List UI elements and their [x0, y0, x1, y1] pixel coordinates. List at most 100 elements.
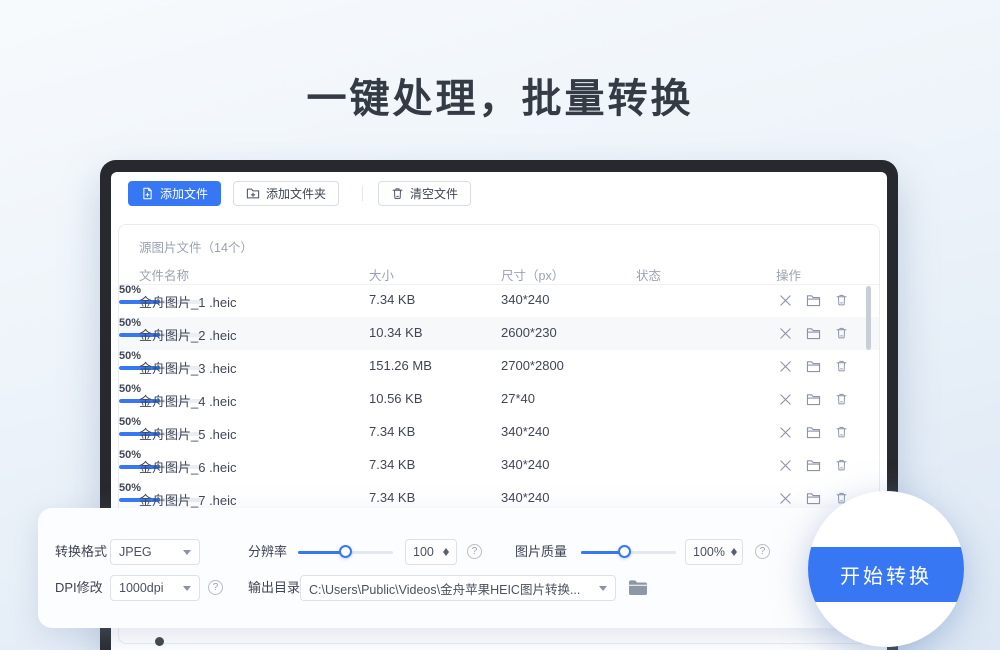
cancel-file-icon[interactable]: [777, 325, 793, 341]
monitor-logo-dot: [155, 637, 164, 646]
resolution-slider-handle[interactable]: [339, 545, 352, 558]
spinner-arrows-icon[interactable]: [443, 545, 449, 559]
table-body: 金舟图片_1 .heic 7.34 KB 340*240 50% 金舟图片_2 …: [119, 284, 879, 515]
table-row[interactable]: 金舟图片_2 .heic 10.34 KB 2600*230 50%: [119, 317, 879, 350]
delete-file-icon[interactable]: [833, 391, 849, 407]
open-folder-icon[interactable]: [805, 457, 821, 473]
file-size: 10.56 KB: [369, 391, 423, 406]
start-convert-button[interactable]: 开始转换: [808, 491, 964, 647]
table-row[interactable]: 金舟图片_5 .heic 7.34 KB 340*240 50%: [119, 416, 879, 449]
toolbar: 添加文件 添加文件夹 清空文件: [128, 180, 471, 206]
start-convert-label: 开始转换: [840, 560, 932, 589]
format-value: JPEG: [119, 545, 175, 559]
table-row[interactable]: 金舟图片_3 .heic 151.26 MB 2700*2800 50%: [119, 350, 879, 383]
browse-folder-button[interactable]: [628, 579, 648, 601]
delete-file-icon[interactable]: [833, 424, 849, 440]
row-actions: [777, 358, 849, 374]
file-size: 10.34 KB: [369, 325, 423, 340]
cancel-file-icon[interactable]: [777, 490, 793, 506]
toolbar-separator: [362, 186, 363, 201]
clear-files-button[interactable]: 清空文件: [378, 181, 471, 206]
file-dimensions: 340*240: [501, 292, 549, 307]
open-folder-icon[interactable]: [805, 391, 821, 407]
file-name: 金舟图片_7 .heic: [139, 490, 237, 509]
column-status: 状态: [636, 265, 661, 284]
start-convert-band: 开始转换: [808, 547, 964, 602]
column-actions: 操作: [776, 265, 801, 284]
file-name: 金舟图片_6 .heic: [139, 457, 237, 476]
file-dimensions: 340*240: [501, 490, 549, 505]
file-size: 7.34 KB: [369, 424, 415, 439]
open-folder-icon[interactable]: [805, 424, 821, 440]
dpi-help-icon[interactable]: ?: [208, 580, 223, 595]
file-name: 金舟图片_4 .heic: [139, 391, 237, 410]
format-label: 转换格式: [55, 539, 107, 565]
cancel-file-icon[interactable]: [777, 457, 793, 473]
delete-file-icon[interactable]: [833, 292, 849, 308]
output-dir-label: 输出目录: [248, 575, 300, 601]
file-list-title: 源图片文件（14个）: [139, 237, 253, 256]
trash-icon: [391, 187, 404, 200]
row-actions: [777, 325, 849, 341]
resolution-slider[interactable]: [298, 539, 393, 565]
column-size: 大小: [369, 265, 394, 284]
resolution-label: 分辨率: [248, 539, 287, 565]
cancel-file-icon[interactable]: [777, 292, 793, 308]
delete-file-icon[interactable]: [833, 325, 849, 341]
open-folder-icon[interactable]: [805, 490, 821, 506]
add-files-label: 添加文件: [160, 185, 208, 202]
open-folder-icon[interactable]: [805, 292, 821, 308]
chevron-down-icon: [183, 550, 191, 559]
dpi-label: DPI修改: [55, 575, 103, 601]
spinner-arrows-icon[interactable]: [731, 545, 737, 559]
resolution-stepper[interactable]: 100: [405, 539, 457, 565]
chevron-down-icon: [599, 586, 607, 595]
row-actions: [777, 424, 849, 440]
cancel-file-icon[interactable]: [777, 358, 793, 374]
column-file-name: 文件名称: [139, 265, 189, 284]
quality-help-icon[interactable]: ?: [755, 544, 770, 559]
table-row[interactable]: 金舟图片_4 .heic 10.56 KB 27*40 50%: [119, 383, 879, 416]
quality-slider-handle[interactable]: [618, 545, 631, 558]
scrollbar[interactable]: [866, 286, 871, 516]
chevron-down-icon: [183, 586, 191, 595]
cancel-file-icon[interactable]: [777, 391, 793, 407]
file-plus-icon: [141, 187, 154, 200]
row-actions: [777, 292, 849, 308]
delete-file-icon[interactable]: [833, 457, 849, 473]
add-files-button[interactable]: 添加文件: [128, 181, 221, 206]
quality-slider[interactable]: [581, 539, 676, 565]
add-folder-button[interactable]: 添加文件夹: [233, 181, 339, 206]
table-row[interactable]: 金舟图片_6 .heic 7.34 KB 340*240 50%: [119, 449, 879, 482]
delete-file-icon[interactable]: [833, 358, 849, 374]
file-dimensions: 27*40: [501, 391, 535, 406]
quality-stepper[interactable]: 100%: [685, 539, 743, 565]
open-folder-icon[interactable]: [805, 325, 821, 341]
file-name: 金舟图片_2 .heic: [139, 325, 237, 344]
output-dir-select[interactable]: C:\Users\Public\Videos\金舟苹果HEIC图片转换...: [300, 575, 616, 601]
file-name: 金舟图片_5 .heic: [139, 424, 237, 443]
open-folder-icon[interactable]: [805, 358, 821, 374]
file-dimensions: 2600*230: [501, 325, 557, 340]
table-header: 文件名称 大小 尺寸（px） 状态 操作: [119, 265, 879, 284]
quality-value: 100%: [693, 545, 725, 559]
file-name: 金舟图片_1 .heic: [139, 292, 237, 311]
settings-panel: 转换格式 JPEG 分辨率 100 ? 图片质量 100% ? DPI修改 10…: [38, 508, 848, 628]
resolution-value: 100: [413, 545, 437, 559]
format-select[interactable]: JPEG: [110, 539, 200, 565]
folder-plus-icon: [246, 187, 260, 200]
file-dimensions: 340*240: [501, 457, 549, 472]
file-dimensions: 340*240: [501, 424, 549, 439]
cancel-file-icon[interactable]: [777, 424, 793, 440]
dpi-value: 1000dpi: [119, 581, 175, 595]
add-folder-label: 添加文件夹: [266, 185, 326, 202]
scrollbar-thumb[interactable]: [866, 286, 871, 350]
resolution-help-icon[interactable]: ?: [467, 544, 482, 559]
folder-solid-icon: [628, 579, 648, 596]
table-row[interactable]: 金舟图片_1 .heic 7.34 KB 340*240 50%: [119, 284, 879, 317]
page-title: 一键处理，批量转换: [0, 66, 1000, 124]
dpi-select[interactable]: 1000dpi: [110, 575, 200, 601]
row-actions: [777, 490, 849, 506]
file-size: 7.34 KB: [369, 292, 415, 307]
file-dimensions: 2700*2800: [501, 358, 564, 373]
